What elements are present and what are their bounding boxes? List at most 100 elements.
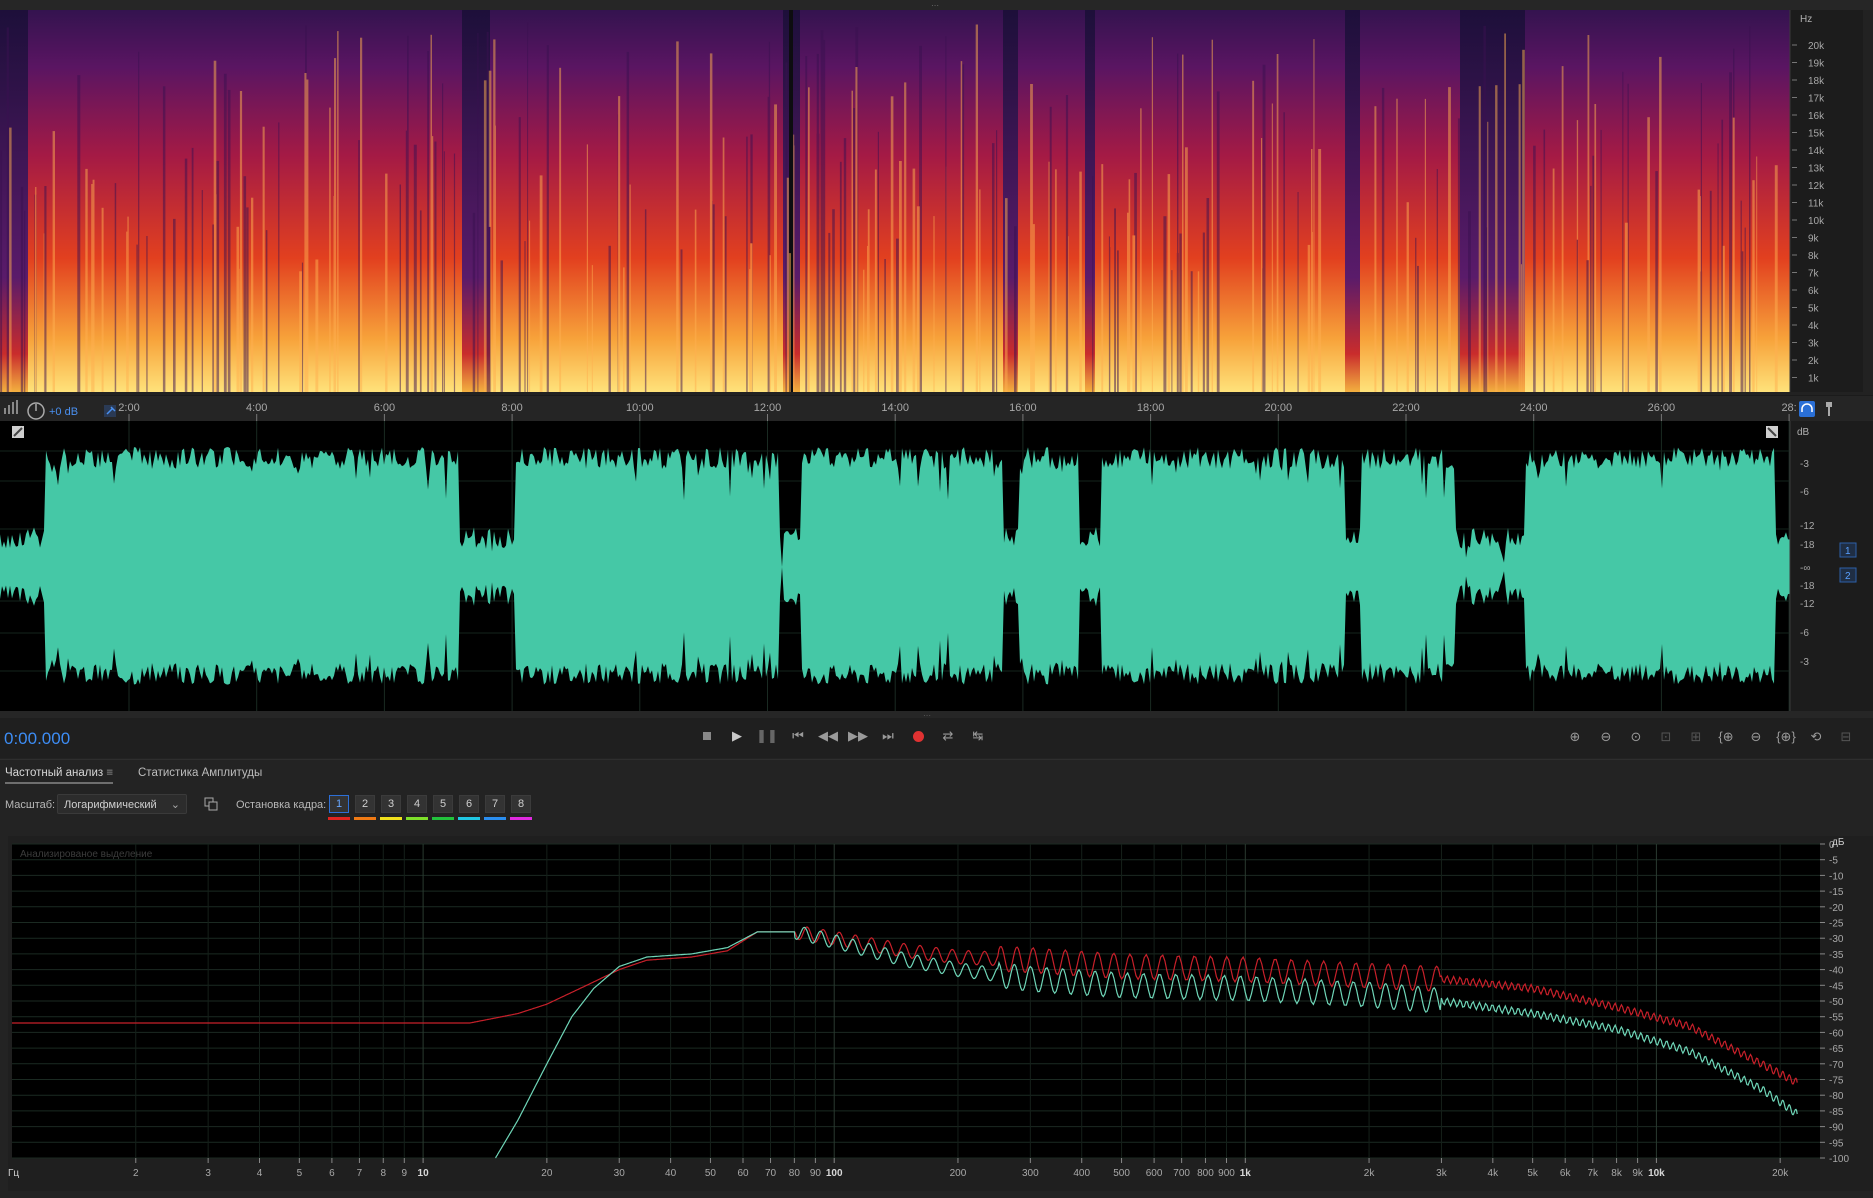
y-axis-label: дБ (1832, 837, 1845, 848)
x-tick-label: 20k (1772, 1168, 1789, 1179)
zoom-selection-button[interactable]: ⊡ (1652, 726, 1680, 748)
play-button[interactable]: ▶ (725, 726, 749, 746)
loop-button[interactable]: ⇄ (936, 726, 960, 746)
waveform-display[interactable]: dB -3 -6 -12 -18 -∞ -18 -12 -6 -3 1 2 ⋯ (0, 421, 1873, 720)
channel-2-button[interactable]: 2 (1839, 567, 1857, 583)
gain-value[interactable]: +0 dB (49, 406, 78, 418)
freeze-frame-color-swatch (458, 817, 480, 820)
stop-icon (703, 732, 711, 740)
spectral-frequency-display[interactable]: Hz 20k 19k 18k 17k 16k 15k 14k 13k 12k 11k 10k 9k 8k… (0, 0, 1873, 395)
freeze-frame-7-button[interactable]: 7 (485, 795, 505, 813)
x-tick-label: 4 (257, 1168, 263, 1179)
panel-resize-grip[interactable]: ⋯ (923, 711, 931, 720)
marker-icon[interactable] (1826, 402, 1832, 416)
zoom-in-point-button[interactable]: {⊕ (1712, 726, 1740, 748)
zoom-in-point-icon: {⊕ (1718, 729, 1734, 744)
zoom-out-amplitude-icon: ⊖ (1600, 729, 1612, 744)
time-tick-label: 6:00 (374, 402, 395, 414)
freeze-frame-5-button[interactable]: 5 (433, 795, 453, 813)
freeze-frame-6-button[interactable]: 6 (459, 795, 479, 813)
x-tick-label: 200 (950, 1168, 967, 1179)
zoom-selected-channel-button[interactable]: ⊞ (1682, 726, 1710, 748)
timeline-ruler[interactable]: +0 dB 2:00 4:00 6:00 8:00 10:00 12:00 14:00 16:… (0, 396, 1873, 421)
zoom-in-time-icon: {⊕} (1776, 729, 1796, 744)
expand-icon[interactable] (12, 426, 24, 438)
spectrogram[interactable]: Hz 20k 19k 18k 17k 16k 15k 14k 13k 12k 11k 10k 9k 8k… (0, 0, 1873, 395)
x-tick-label: 60 (737, 1168, 749, 1179)
zoom-out-full-icon: ⊟ (1840, 729, 1852, 744)
freeze-frame-8-button[interactable]: 8 (511, 795, 531, 813)
zoom-in-amplitude-button[interactable]: ⊕ (1561, 726, 1589, 748)
x-tick-label: 7k (1587, 1168, 1599, 1179)
panel-menu-icon[interactable]: ≡ (106, 767, 113, 779)
panel-resize-grip[interactable]: ⋯ (931, 1, 939, 10)
y-tick-label: -80 (1829, 1091, 1844, 1102)
freeze-frame-1-button[interactable]: 1 (329, 795, 349, 813)
zoom-out-time-button[interactable]: ⊖ (1742, 726, 1770, 748)
x-tick-label: 100 (826, 1168, 843, 1179)
x-tick-label: 2k (1364, 1168, 1376, 1179)
rewind-button[interactable]: ◀◀ (816, 726, 840, 746)
fast-forward-icon: ▶▶ (848, 728, 868, 743)
y-tick-label: -45 (1829, 981, 1844, 992)
frequency-chart[interactable]: 0 -5 -10 -15 -20 -25 -30 -35 -40 -45 -50 -55 -60 -65-… (8, 836, 1873, 1191)
current-time[interactable]: 0:00.000 (4, 729, 70, 749)
x-tick-label: 900 (1218, 1168, 1235, 1179)
zoom-in-time-button[interactable]: {⊕} (1772, 726, 1800, 748)
meter-icon (4, 400, 18, 414)
x-tick-label: 8 (380, 1168, 386, 1179)
hz-tick-label: 13k (1808, 164, 1825, 175)
zoom-channel-icon: ⊞ (1690, 729, 1702, 744)
freeze-frame-label: Остановка кадра: (236, 799, 327, 811)
pin-icon[interactable] (104, 405, 116, 417)
x-tick-label: 20 (541, 1168, 553, 1179)
zoom-selection-icon: ⊡ (1660, 729, 1672, 744)
zoom-out-amplitude-button[interactable]: ⊖ (1592, 726, 1620, 748)
scale-dropdown[interactable]: Логарифмический ⌄ (57, 794, 187, 814)
zoom-full-icon: ⟲ (1810, 729, 1822, 744)
hz-tick-label: 20k (1808, 41, 1825, 52)
freeze-frame-color-swatch (380, 817, 402, 820)
record-button[interactable] (906, 726, 930, 746)
y-tick-label: -35 (1829, 950, 1844, 961)
zoom-full-button[interactable]: ⟲ (1802, 726, 1830, 748)
freeze-frame-4-button[interactable]: 4 (407, 795, 427, 813)
zoom-out-full-button[interactable]: ⊟ (1832, 726, 1860, 748)
x-tick-label: 3k (1436, 1168, 1448, 1179)
skip-selection-button[interactable]: ↹ (966, 726, 990, 746)
x-tick-label: 6k (1560, 1168, 1572, 1179)
svg-text:1: 1 (1845, 546, 1851, 557)
time-tick-label: 28: (1781, 402, 1796, 414)
y-tick-label: -15 (1829, 887, 1844, 898)
freeze-frame-2-button[interactable]: 2 (355, 795, 375, 813)
zoom-reset-button[interactable]: ⊙ (1622, 726, 1650, 748)
copy-to-clipboard-icon[interactable] (204, 797, 218, 811)
tab-amplitude-statistics[interactable]: Статистика Амплитуды (138, 767, 262, 779)
x-tick-label: 10 (418, 1168, 430, 1179)
freeze-frame-3-button[interactable]: 3 (381, 795, 401, 813)
time-tick-label: 12:00 (754, 402, 782, 414)
record-icon (912, 730, 924, 742)
hz-tick-label: 10k (1808, 216, 1825, 227)
fast-forward-button[interactable]: ▶▶ (846, 726, 870, 746)
go-to-start-button[interactable]: ⏮ (786, 726, 810, 746)
db-tick-label: -12 (1800, 521, 1815, 532)
time-tick-label: 22:00 (1392, 402, 1420, 414)
stop-button[interactable] (695, 726, 719, 746)
channel-1-button[interactable]: 1 (1839, 542, 1857, 558)
headphones-icon[interactable] (1799, 401, 1815, 417)
x-tick-label: 80 (789, 1168, 801, 1179)
x-tick-label: 1k (1240, 1168, 1252, 1179)
x-tick-label: 5 (297, 1168, 303, 1179)
y-tick-label: -10 (1829, 871, 1844, 882)
go-to-end-button[interactable]: ⏭ (876, 726, 900, 746)
time-tick-label: 14:00 (881, 402, 909, 414)
y-tick-label: -100 (1829, 1154, 1849, 1165)
gain-knob-icon[interactable] (27, 402, 45, 420)
x-tick-label: 9 (402, 1168, 408, 1179)
tab-frequency-analysis[interactable]: Частотный анализ ≡ (5, 767, 114, 784)
hz-tick-label: 5k (1808, 304, 1820, 315)
collapse-icon[interactable] (1766, 426, 1778, 438)
hz-tick-label: 1k (1808, 374, 1820, 385)
pause-button[interactable]: ❚❚ (755, 726, 779, 746)
